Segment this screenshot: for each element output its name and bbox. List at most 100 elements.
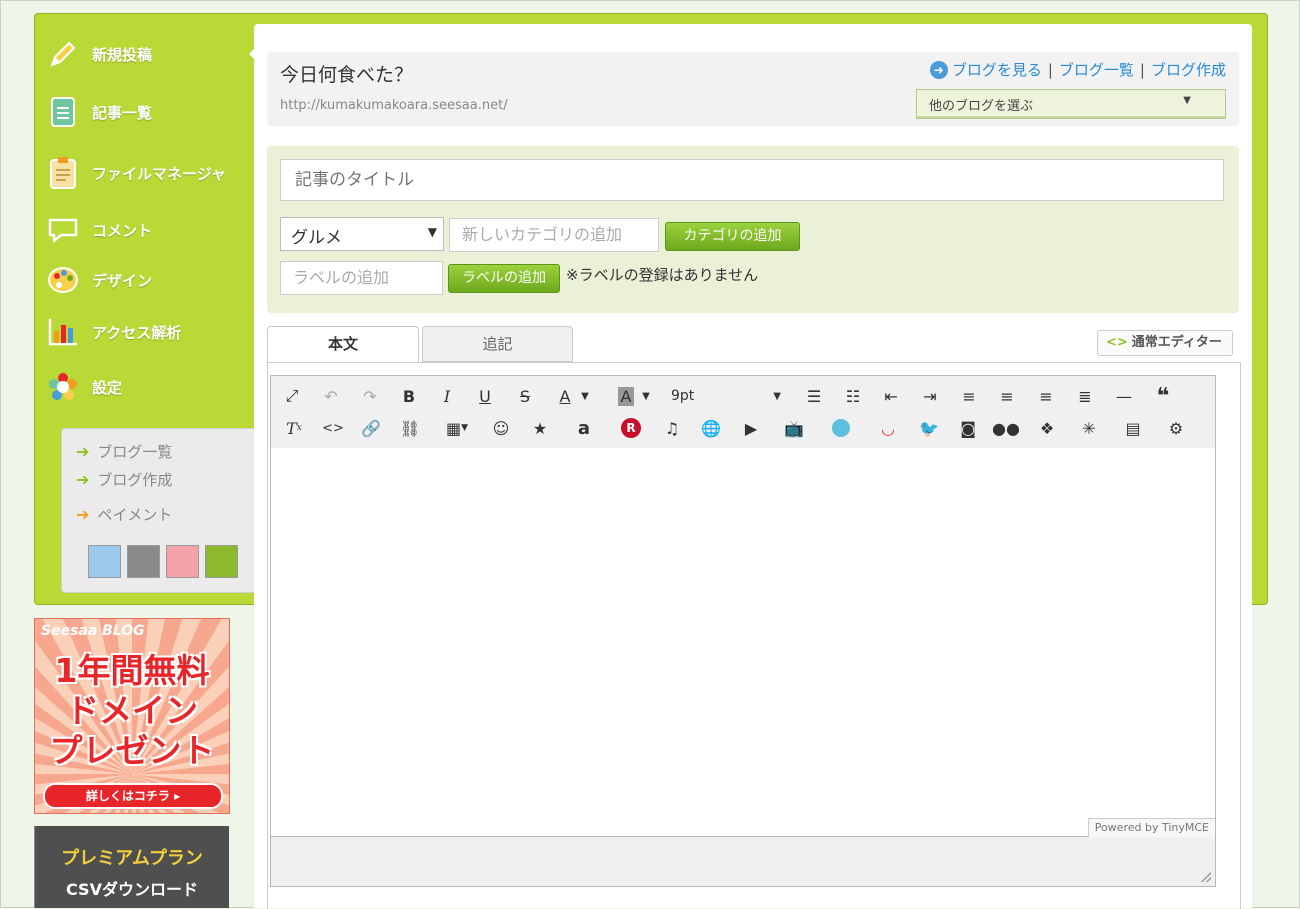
nav-item-comments[interactable]: コメント: [34, 208, 256, 252]
nav-label: 設定: [92, 378, 123, 397]
settings-gear-icon[interactable]: ⚙: [1162, 415, 1190, 441]
indent-icon[interactable]: ⇥: [916, 383, 944, 409]
justify-icon[interactable]: ≣: [1071, 383, 1099, 409]
redo-icon[interactable]: ↷: [356, 383, 384, 409]
sub-link-label: ペイメント: [97, 506, 173, 524]
template-list-icon[interactable]: ▤: [1119, 415, 1147, 441]
resize-grip-icon[interactable]: [1201, 872, 1211, 882]
unlink-icon[interactable]: ⛓: [396, 415, 424, 441]
source-code-icon[interactable]: <>: [319, 415, 347, 441]
arrow-right-icon: ➔: [76, 505, 90, 524]
nav-label: アクセス解析: [92, 323, 182, 342]
link-icon[interactable]: 🔗: [357, 415, 385, 441]
tab-addendum[interactable]: 追記: [422, 326, 573, 362]
twitter-icon[interactable]: 🐦: [915, 415, 943, 441]
sub-link-blog-list[interactable]: ➔ ブログ一覧: [76, 441, 172, 462]
category-select[interactable]: グルメ ▼: [280, 217, 444, 251]
flickr-icon[interactable]: ●●: [992, 415, 1020, 441]
ad-brand: Seesaa BLOG: [41, 623, 145, 639]
text-color-icon[interactable]: A: [551, 383, 579, 409]
nav-item-analytics[interactable]: アクセス解析: [34, 310, 256, 354]
sub-link-label: ブログ一覧: [97, 443, 173, 461]
font-size-value: 9pt: [671, 388, 695, 404]
music-icon[interactable]: ♫: [658, 415, 686, 441]
star-icon[interactable]: ★: [526, 415, 554, 441]
video-play-icon[interactable]: ▶: [737, 415, 765, 441]
smile-face-icon[interactable]: ◡: [874, 415, 902, 441]
nav-label: 記事一覧: [92, 103, 153, 122]
ad-subline: CSVダウンロード: [66, 880, 198, 899]
add-category-button[interactable]: カテゴリの追加: [665, 222, 800, 251]
theme-swatch-green[interactable]: [205, 545, 238, 578]
nav-label: コメント: [92, 221, 153, 240]
caret-down-icon: ▼: [461, 423, 469, 433]
nav-item-file-manager[interactable]: ファイルマネージャ: [34, 151, 256, 195]
sub-link-create-blog[interactable]: ➔ ブログ作成: [76, 469, 172, 490]
amazon-icon[interactable]: a: [570, 415, 598, 441]
pinwheel-icon[interactable]: ✳: [1075, 415, 1103, 441]
normal-editor-button[interactable]: <> 通常エディター: [1097, 330, 1233, 356]
tab-body[interactable]: 本文: [267, 326, 419, 362]
numbered-list-icon[interactable]: ☷: [839, 383, 867, 409]
table-icon[interactable]: ▦ ▼: [439, 415, 475, 441]
caret-down-icon[interactable]: ▼: [638, 383, 654, 409]
tv-icon[interactable]: 📺: [780, 415, 808, 441]
horizontal-rule-icon[interactable]: —: [1110, 383, 1138, 409]
new-category-input[interactable]: 新しいカテゴリの追加: [449, 218, 659, 252]
nav-item-new-post[interactable]: 新規投稿: [34, 32, 257, 76]
caret-down-icon[interactable]: ▼: [577, 383, 593, 409]
add-label-button[interactable]: ラベルの追加: [448, 264, 560, 293]
create-blog-link[interactable]: ブログ作成: [1151, 59, 1226, 80]
align-right-icon[interactable]: ≡: [1032, 383, 1060, 409]
sub-link-payment[interactable]: ➔ ペイメント: [76, 504, 172, 525]
instagram-icon[interactable]: ◙: [954, 415, 982, 441]
domain-promo-banner[interactable]: Seesaa BLOG 1年間無料 ドメイン プレゼント 詳しくはコチラ ▸: [34, 618, 230, 814]
view-blog-link[interactable]: ブログを見る: [952, 59, 1042, 80]
arrow-right-icon: ➔: [76, 470, 90, 489]
bold-icon[interactable]: B: [395, 383, 423, 409]
nav-label: デザイン: [92, 271, 153, 290]
ad-details-button[interactable]: 詳しくはコチラ ▸: [43, 783, 223, 809]
undo-icon[interactable]: ↶: [317, 383, 345, 409]
editor-content-area[interactable]: [271, 448, 1215, 837]
blog-url: http://kumakumakoara.seesaa.net/: [280, 98, 508, 113]
nav-item-settings[interactable]: 設定: [34, 365, 256, 409]
emoticon-icon[interactable]: ☺: [487, 415, 515, 441]
map-pin-icon[interactable]: [832, 419, 850, 437]
theme-swatch-blue[interactable]: [88, 545, 121, 578]
code-brackets-icon: <>: [1106, 335, 1128, 350]
font-size-select[interactable]: 9pt ▼: [671, 383, 781, 409]
arrow-circle-icon: ➜: [929, 60, 948, 79]
strikethrough-icon[interactable]: S: [511, 383, 539, 409]
theme-swatch-pink[interactable]: [166, 545, 199, 578]
background-color-icon[interactable]: A: [617, 386, 635, 406]
clear-formatting-icon[interactable]: Tx: [280, 415, 308, 441]
post-title-input[interactable]: [280, 159, 1224, 201]
dropbox-icon[interactable]: ❖: [1033, 415, 1061, 441]
nav-item-articles[interactable]: 記事一覧: [34, 90, 256, 134]
label-input[interactable]: ラベルの追加: [280, 261, 443, 295]
globe-icon[interactable]: 🌐: [697, 415, 725, 441]
premium-plan-banner[interactable]: プレミアムプラン CSVダウンロード: [34, 826, 229, 908]
underline-icon[interactable]: U: [471, 383, 499, 409]
speech-bubble-icon: [46, 213, 80, 247]
clipboard-icon: [46, 156, 80, 190]
caret-down-icon: ▼: [1183, 95, 1191, 106]
rakuten-icon[interactable]: R: [621, 418, 641, 438]
theme-swatch-gray[interactable]: [127, 545, 160, 578]
blog-list-link[interactable]: ブログ一覧: [1059, 59, 1134, 80]
nav-label: ファイルマネージャ: [92, 164, 226, 183]
align-center-icon[interactable]: ≡: [993, 383, 1021, 409]
caret-down-icon: ▼: [773, 390, 781, 402]
nav-item-design[interactable]: デザイン: [34, 258, 256, 302]
bullet-list-icon[interactable]: ☰: [800, 383, 828, 409]
italic-icon[interactable]: I: [433, 383, 461, 409]
other-blog-select[interactable]: 他のブログを選ぶ ▼: [916, 89, 1226, 119]
blog-links: ➜ ブログを見る | ブログ一覧 | ブログ作成: [929, 59, 1226, 80]
separator: |: [1139, 60, 1145, 79]
blockquote-icon[interactable]: ❝: [1149, 383, 1177, 409]
fullscreen-icon[interactable]: ⤢: [278, 383, 306, 409]
align-left-icon[interactable]: ≡: [955, 383, 983, 409]
outdent-icon[interactable]: ⇤: [877, 383, 905, 409]
editor-statusbar: [271, 837, 1215, 886]
